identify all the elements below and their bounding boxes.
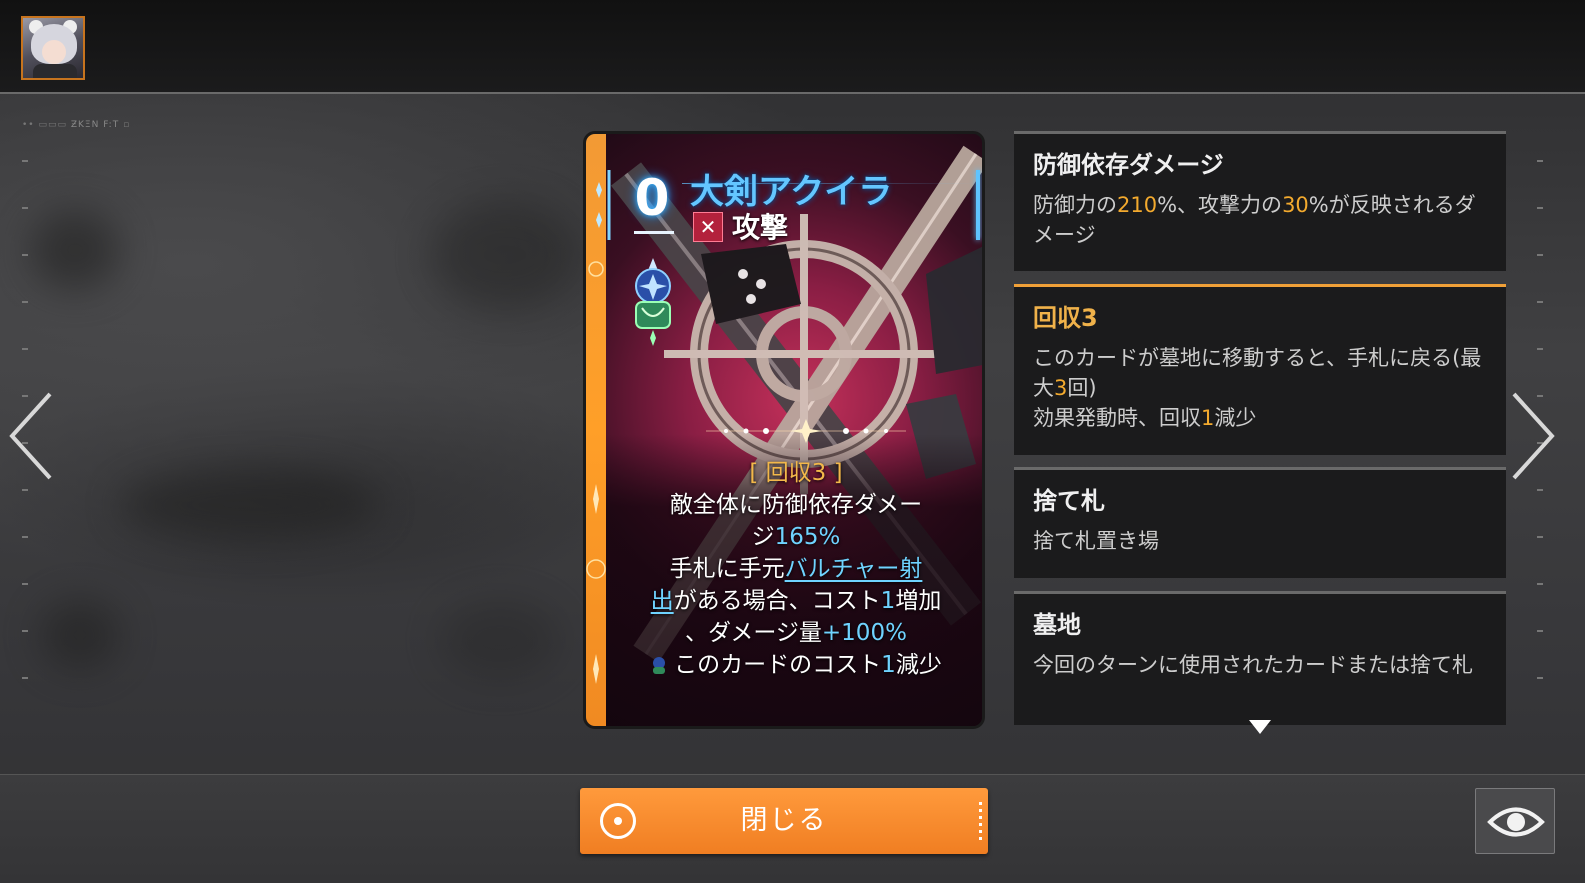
card-text-value: 1 <box>880 588 896 614</box>
panel-body: このカードが墓地に移動すると、手札に戻る(最大3回) 効果発動時、回収1減少 <box>1033 343 1486 433</box>
cost-bracket-ornament <box>596 170 611 240</box>
card-keyword: [ 回収3 ] <box>749 460 843 486</box>
crest-small-icon <box>653 656 666 674</box>
card-text-value: 1 <box>881 652 896 678</box>
card-effect-text: [ 回収3 ] 敵全体に防御依存ダメー ジ165% 手札に手元バルチャー射 出が… <box>616 457 976 681</box>
panel-text-segment: 減少 <box>1214 406 1257 430</box>
close-button-label: 閉じる <box>740 805 828 836</box>
card-text-value: +100% <box>821 620 907 646</box>
avatar[interactable] <box>21 16 85 80</box>
blurred-shape <box>440 600 560 680</box>
panel-highlight-value: 30 <box>1282 193 1309 217</box>
button-edge-dots <box>979 802 982 842</box>
panel-body: 捨て札置き場 <box>1033 526 1486 556</box>
panel-text-segment: 今回のターンに使用されたカードまたは捨て札 <box>1033 653 1473 677</box>
keyword-panel-graveyard: 墓地 今回のターンに使用されたカードまたは捨て札 <box>1014 591 1506 725</box>
keyword-panel-defense-damage: 防御依存ダメージ 防御力の210%、攻撃力の30%が反映されるダメージ <box>1014 131 1506 271</box>
panel-highlight-value: 210 <box>1117 193 1158 217</box>
card-text-line: ジ165% <box>616 521 976 553</box>
card-type-label: 攻撃 <box>732 211 789 244</box>
crossed-swords-icon: ✕ <box>693 212 723 242</box>
card-text-segment: 増加 <box>895 588 942 614</box>
card-reference-link[interactable]: バルチャー射 <box>785 556 923 582</box>
card-text-line: 手札に手元バルチャー射 <box>616 553 976 585</box>
next-arrow-icon[interactable] <box>1512 392 1556 480</box>
panel-text-segment: このカードが墓地に移動すると、手札に戻る(最大 <box>1033 346 1482 400</box>
card-text-line: このカードのコスト1減少 <box>616 649 976 681</box>
card-text-segment: ジ <box>751 524 775 550</box>
panel-text-segment: 効果発動時、回収 <box>1033 406 1201 430</box>
card-text-segment: 手札に手元 <box>669 556 785 582</box>
blurred-shape <box>30 210 120 290</box>
panel-body: 今回のターンに使用されたカードまたは捨て札 <box>1033 650 1486 680</box>
card-text-segment: 減少 <box>895 652 942 678</box>
card-text-line: 出がある場合、コスト1増加 <box>616 585 976 617</box>
eye-icon <box>1487 807 1545 837</box>
blurred-shape <box>120 470 380 540</box>
card-text-segment: がある場合、コスト <box>673 588 881 614</box>
hud-label-text: ƵKΞN F:T <box>70 120 120 130</box>
cost-underline <box>634 231 674 234</box>
top-bar <box>0 0 1585 94</box>
blurred-shape <box>430 200 580 310</box>
panel-title: 墓地 <box>1033 611 1081 639</box>
previous-arrow-icon[interactable] <box>8 392 52 480</box>
panel-text-segment: 防御力の <box>1033 193 1117 217</box>
close-button[interactable]: 閉じる <box>580 788 988 854</box>
panel-text-segment: 回) <box>1067 376 1097 400</box>
panel-title: 回収3 <box>1033 304 1098 332</box>
avatar-face <box>42 40 66 64</box>
hud-label: •• ▭▭▭ ƵKΞN F:T ▫ <box>22 120 131 130</box>
title-bracket-right <box>976 170 980 240</box>
card-reference-link[interactable]: 出 <box>651 588 674 614</box>
card-text-line: 、ダメージ量+100% <box>616 617 976 649</box>
panel-highlight-value: 3 <box>1054 376 1068 400</box>
view-toggle-button[interactable] <box>1475 788 1555 854</box>
scroll-down-icon[interactable] <box>1249 720 1271 734</box>
faction-crest-icon <box>635 258 671 346</box>
card-text-line: 敵全体に防御依存ダメー <box>616 489 976 521</box>
panel-text-segment: %、攻撃力の <box>1157 193 1283 217</box>
card-text-segment: 、ダメージ量 <box>685 620 822 646</box>
keyword-panel-recover: 回収3 このカードが墓地に移動すると、手札に戻る(最大3回) 効果発動時、回収1減… <box>1014 284 1506 455</box>
panel-highlight-value: 1 <box>1201 406 1215 430</box>
blurred-shape <box>40 600 120 670</box>
avatar-body <box>33 64 77 78</box>
card-text-segment: このカードのコスト <box>674 652 882 678</box>
panel-text-segment: 捨て札置き場 <box>1033 529 1159 553</box>
panel-body: 防御力の210%、攻撃力の30%が反映されるダメージ <box>1033 190 1486 250</box>
card-text-value: 165% <box>774 524 841 550</box>
card-name: 大剣アクイラ <box>690 172 893 212</box>
card-text-segment: 敵全体に防御依存ダメー <box>669 492 923 518</box>
sparkle-divider <box>706 419 906 443</box>
card-cost: 0 <box>634 169 670 227</box>
card-detail: 0 大剣アクイラ ✕ 攻撃 [ 回収3 ] 敵全体に防御依存ダメー ジ165% … <box>583 131 985 729</box>
panel-title: 捨て札 <box>1033 487 1105 515</box>
keyword-panel-discard: 捨て札 捨て札置き場 <box>1014 467 1506 578</box>
panel-title: 防御依存ダメージ <box>1033 151 1224 179</box>
